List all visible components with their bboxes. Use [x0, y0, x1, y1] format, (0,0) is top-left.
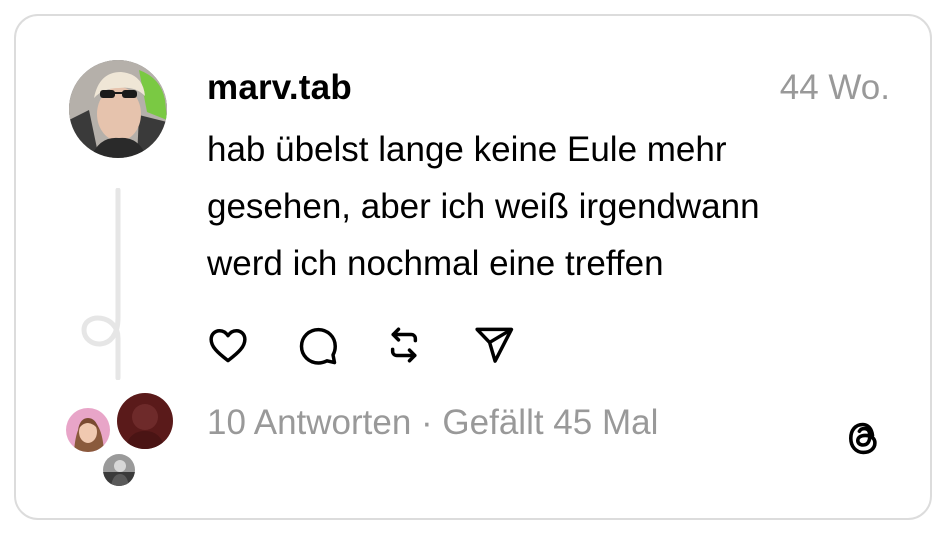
repost-icon [390, 327, 418, 363]
author-avatar[interactable] [69, 60, 167, 158]
post-text: hab übelst lange keine Eule mehr gesehen… [207, 121, 897, 292]
share-button[interactable] [472, 323, 516, 367]
post-stats: 10 Antworten · Gefällt 45 Mal [207, 403, 658, 443]
username[interactable]: marv.tab [207, 68, 352, 108]
comment-icon [299, 327, 337, 365]
reply-button[interactable] [296, 323, 340, 367]
replies-count-link[interactable]: 10 Antworten [207, 403, 411, 442]
reply-avatar[interactable] [103, 454, 135, 486]
reply-avatar[interactable] [66, 408, 110, 452]
share-icon [475, 327, 514, 363]
like-button[interactable] [206, 323, 250, 367]
reply-avatar[interactable] [117, 393, 173, 449]
repost-button[interactable] [382, 323, 426, 367]
thread-line [81, 188, 121, 380]
likes-count-link[interactable]: Gefällt 45 Mal [442, 403, 658, 442]
post-text-line: gesehen, aber ich weiß irgendwann [207, 187, 760, 226]
threads-logo-icon[interactable] [839, 414, 887, 462]
post-text-line: werd ich nochmal eine treffen [207, 244, 664, 283]
post-text-line: hab übelst lange keine Eule mehr [207, 130, 727, 169]
stats-separator: · [411, 403, 443, 442]
heart-icon [209, 328, 247, 363]
post-timestamp[interactable]: 44 Wo. [780, 68, 890, 108]
